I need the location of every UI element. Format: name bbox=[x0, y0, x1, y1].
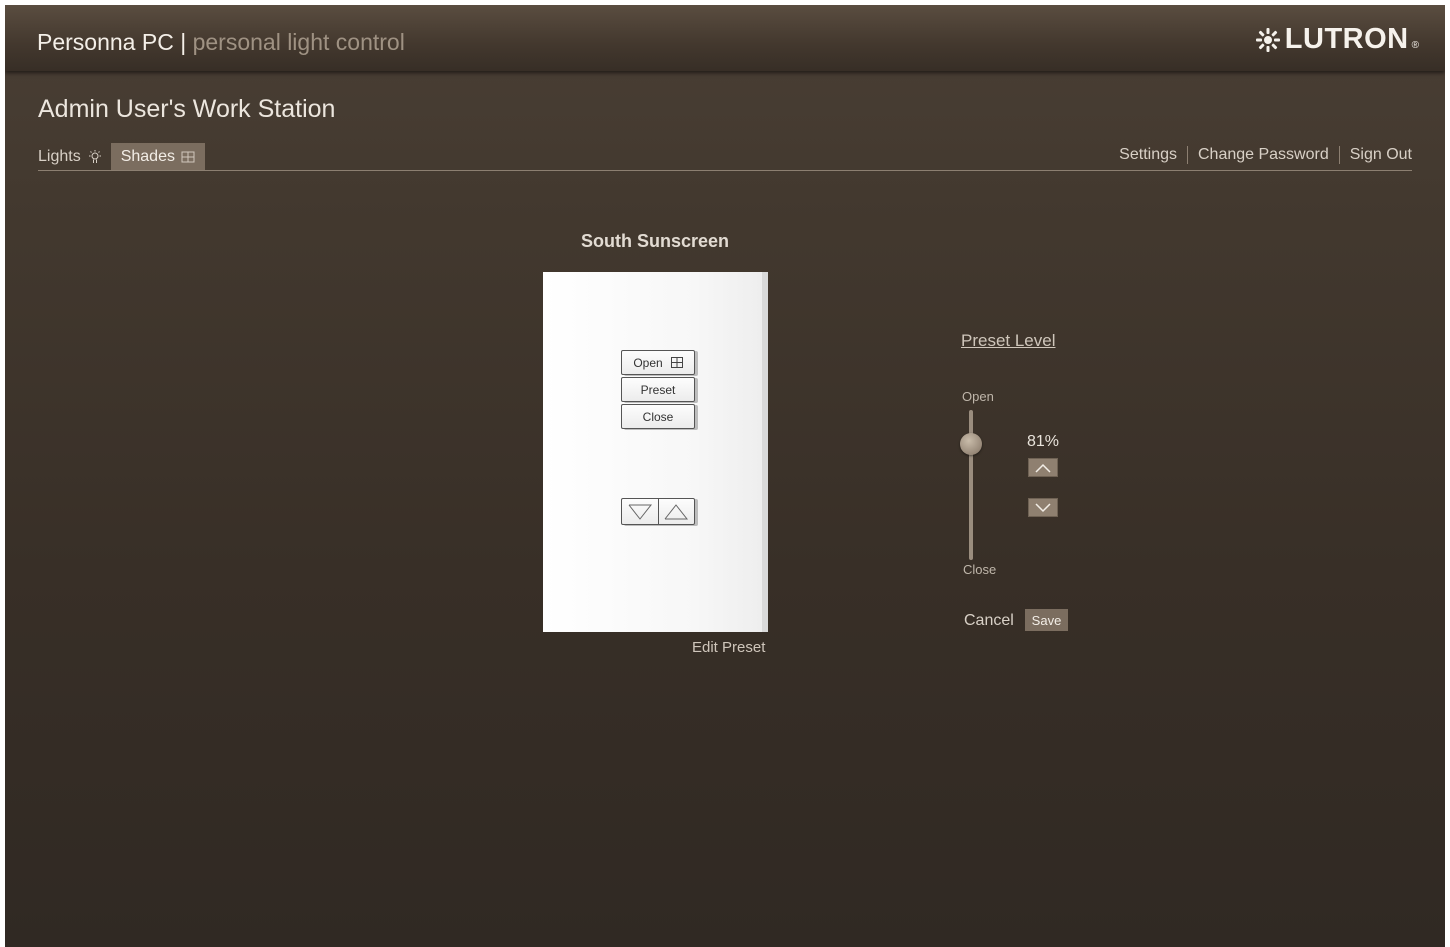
lower-arrow-icon bbox=[628, 504, 652, 520]
app-subtitle: personal light control bbox=[192, 29, 405, 55]
tab-lights-label: Lights bbox=[38, 148, 81, 165]
lutron-logo: LUTRON ® bbox=[1255, 23, 1419, 56]
preset-button[interactable]: Preset bbox=[621, 377, 695, 402]
logo-text: LUTRON bbox=[1284, 23, 1409, 55]
close-button-label: Close bbox=[642, 409, 674, 424]
open-button[interactable]: Open bbox=[621, 350, 695, 375]
device-name: South Sunscreen bbox=[581, 231, 730, 251]
settings-link[interactable]: Settings bbox=[1109, 146, 1187, 164]
page-title: Admin User's Work Station bbox=[38, 95, 336, 123]
open-button-label: Open bbox=[633, 355, 663, 370]
change-password-link[interactable]: Change Password bbox=[1186, 146, 1339, 164]
account-links: Settings Change Password Sign Out bbox=[1109, 146, 1412, 164]
level-percent: 81% bbox=[1027, 433, 1060, 450]
slider-close-label: Close bbox=[963, 562, 997, 577]
tab-shades-label: Shades bbox=[120, 148, 175, 165]
header-divider bbox=[38, 170, 1412, 171]
keypad-faceplate: Open Preset Close bbox=[543, 272, 768, 632]
raise-button[interactable] bbox=[659, 499, 695, 524]
preset-level-title: Preset Level bbox=[961, 331, 1056, 350]
registered-mark: ® bbox=[1411, 40, 1419, 51]
level-down-button[interactable] bbox=[1028, 498, 1058, 517]
sunburst-icon bbox=[1255, 27, 1280, 52]
preset-button-label: Preset bbox=[640, 382, 676, 397]
title-separator: | bbox=[180, 29, 187, 55]
app-name: Personna PC bbox=[37, 29, 174, 55]
sign-out-link[interactable]: Sign Out bbox=[1338, 146, 1412, 164]
app-title: Personna PC | personal light control bbox=[37, 29, 405, 56]
raise-lower-rocker bbox=[621, 498, 695, 525]
chevron-down-icon bbox=[1035, 502, 1051, 512]
level-slider-thumb[interactable] bbox=[960, 432, 982, 455]
header-bar: Personna PC | personal light control LUT… bbox=[5, 5, 1445, 71]
level-up-button[interactable] bbox=[1028, 458, 1058, 477]
tab-shades[interactable]: Shades bbox=[110, 143, 205, 171]
lower-button[interactable] bbox=[622, 499, 659, 524]
lightbulb-icon bbox=[87, 149, 103, 165]
shade-icon bbox=[670, 357, 683, 368]
save-button[interactable]: Save bbox=[1025, 609, 1068, 631]
shade-icon bbox=[181, 151, 195, 163]
keypad-button-stack: Open Preset Close bbox=[621, 350, 695, 431]
app-window: Personna PC | personal light control LUT… bbox=[5, 5, 1445, 947]
tab-lights[interactable]: Lights bbox=[38, 143, 111, 171]
close-button[interactable]: Close bbox=[621, 404, 695, 429]
chevron-up-icon bbox=[1035, 463, 1051, 473]
raise-arrow-icon bbox=[664, 503, 689, 519]
edit-preset-link[interactable]: Edit Preset bbox=[692, 639, 765, 656]
tab-bar: Lights Shades bbox=[38, 143, 205, 171]
slider-open-label: Open bbox=[962, 389, 994, 404]
cancel-button[interactable]: Cancel bbox=[964, 612, 1014, 630]
